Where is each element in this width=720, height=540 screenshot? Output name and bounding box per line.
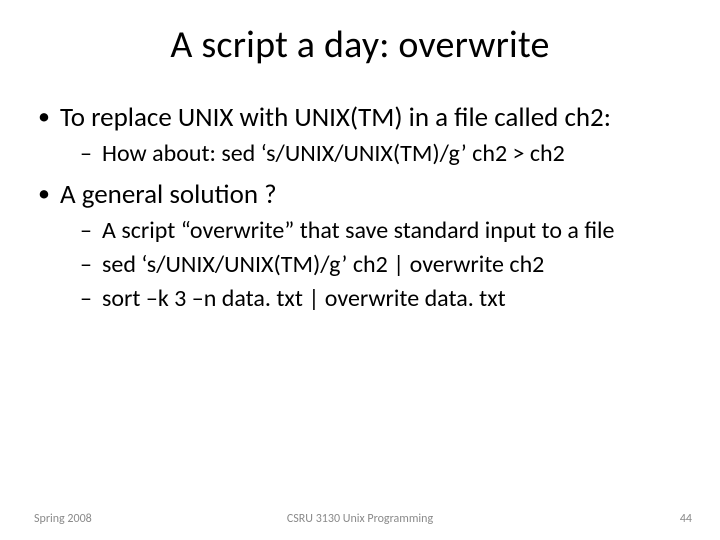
bullet-text: To replace UNIX with UNIX(TM) in a file … bbox=[60, 101, 611, 134]
sub-bullet-item: How about: sed ‘s/UNIX/UNIX(TM)/g’ ch2 >… bbox=[80, 139, 686, 169]
bullet-text: A general solution ? bbox=[60, 178, 277, 211]
sub-bullet-item: A script “overwrite” that save standard … bbox=[80, 216, 686, 246]
footer-page-number: 44 bbox=[680, 512, 692, 526]
sub-bullet-text: sort –k 3 –n data. txt | overwrite data.… bbox=[102, 284, 506, 313]
bullet-list: To replace UNIX with UNIX(TM) in a file … bbox=[34, 102, 686, 314]
sub-bullet-text: sed ‘s/UNIX/UNIX(TM)/g’ ch2 | overwrite … bbox=[102, 250, 544, 279]
sub-bullet-list: How about: sed ‘s/UNIX/UNIX(TM)/g’ ch2 >… bbox=[60, 139, 686, 169]
sub-bullet-list: A script “overwrite” that save standard … bbox=[60, 216, 686, 314]
slide: A script a day: overwrite To replace UNI… bbox=[0, 0, 720, 540]
sub-bullet-item: sed ‘s/UNIX/UNIX(TM)/g’ ch2 | overwrite … bbox=[80, 250, 686, 280]
slide-title: A script a day: overwrite bbox=[0, 0, 720, 76]
sub-bullet-text: How about: sed ‘s/UNIX/UNIX(TM)/g’ ch2 >… bbox=[102, 139, 565, 168]
bullet-item: To replace UNIX with UNIX(TM) in a file … bbox=[34, 102, 686, 169]
sub-bullet-item: sort –k 3 –n data. txt | overwrite data.… bbox=[80, 284, 686, 314]
footer-center: CSRU 3130 Unix Programming bbox=[0, 512, 720, 526]
sub-bullet-text: A script “overwrite” that save standard … bbox=[102, 216, 614, 245]
bullet-item: A general solution ? A script “overwrite… bbox=[34, 179, 686, 314]
slide-body: To replace UNIX with UNIX(TM) in a file … bbox=[0, 76, 720, 314]
